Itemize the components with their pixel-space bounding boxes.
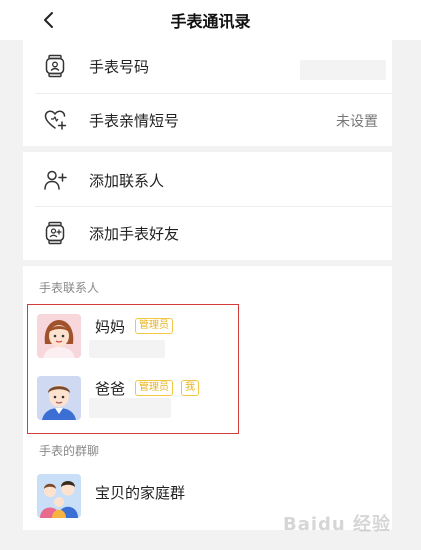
highlight-box — [27, 304, 239, 434]
add-watch-friend-label: 添加手表好友 — [89, 225, 180, 243]
groups-section-title: 手表的群聊 — [39, 444, 100, 458]
add-person-icon — [44, 170, 67, 190]
contacts-section-title: 手表联系人 — [39, 281, 100, 295]
watch-number-value-redacted — [300, 60, 386, 80]
watch-info-card: 手表号码 手表亲情短号 未设置 — [23, 40, 392, 146]
watch-number-row[interactable]: 手表号码 — [23, 40, 392, 92]
page-title: 手表通讯录 — [170, 12, 251, 31]
add-watch-friend-row[interactable]: 添加手表好友 — [23, 207, 392, 259]
watch-icon — [45, 54, 65, 78]
add-contact-label: 添加联系人 — [89, 172, 165, 190]
group-name: 宝贝的家庭群 — [95, 484, 186, 502]
top-bar: 手表通讯录 — [0, 0, 421, 40]
family-group-avatar-image — [37, 474, 81, 518]
family-short-number-row[interactable]: 手表亲情短号 未设置 — [23, 94, 392, 146]
add-actions-card: 添加联系人 添加手表好友 — [23, 152, 392, 260]
watch-number-label: 手表号码 — [89, 58, 150, 76]
family-short-number-label: 手表亲情短号 — [89, 112, 180, 130]
heart-plus-icon — [44, 110, 67, 130]
family-short-number-value: 未设置 — [336, 114, 378, 130]
watch-friend-icon — [45, 221, 65, 245]
add-contact-row[interactable]: 添加联系人 — [23, 154, 392, 206]
avatar — [37, 474, 81, 518]
watermark: Baidu 经验 — [282, 514, 391, 535]
